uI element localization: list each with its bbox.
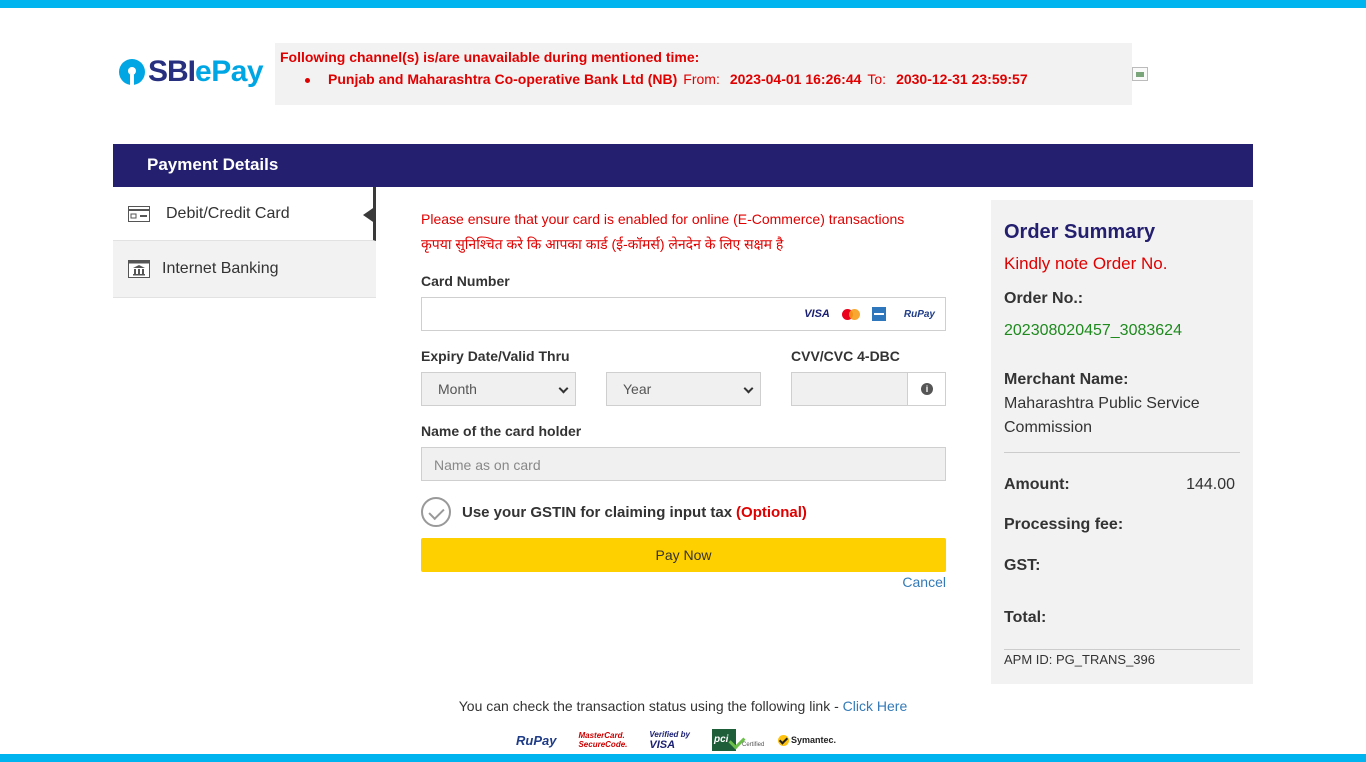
payment-details-header: Payment Details: [113, 144, 1253, 187]
summary-divider: [1004, 452, 1240, 453]
order-note: Kindly note Order No.: [1004, 254, 1168, 273]
downtime-notice: Following channel(s) is/are unavailable …: [275, 43, 1132, 105]
expiry-month-select[interactable]: Month: [421, 372, 576, 406]
rupay-icon: RuPay: [903, 308, 935, 320]
mastercard-icon: [841, 308, 860, 320]
gstin-label: Use your GSTIN for claiming input tax: [462, 503, 733, 521]
top-accent-bar: [0, 0, 1366, 8]
sbi-logo-icon: [119, 59, 145, 85]
card-number-label: Card Number: [421, 273, 510, 289]
transaction-status-text: You can check the transaction status usi…: [0, 698, 1366, 714]
vbv-badge-line1: Verified by: [649, 729, 690, 739]
cvv-input[interactable]: i: [791, 372, 946, 406]
mastercard-badge-line2: SecureCode.: [578, 740, 628, 749]
gstin-optional-label: (Optional): [736, 503, 807, 521]
sidebar-item-label: Debit/Credit Card: [166, 204, 290, 222]
gst-label: GST:: [1004, 557, 1041, 574]
merchant-name-line2: Commission: [1004, 419, 1093, 436]
info-icon: i: [921, 383, 933, 395]
card-enabled-warning-hindi: कृपया सुनिश्चित करे कि आपका कार्ड (ई-कॉम…: [421, 236, 784, 252]
month-selected-value: Month: [438, 381, 477, 397]
apm-id: APM ID: PG_TRANS_396: [1004, 652, 1155, 667]
visa-icon: VISA: [804, 308, 830, 320]
notice-item: Punjab and Maharashtra Co-operative Bank…: [305, 71, 1028, 87]
notice-to-value: 2030-12-31 23:59:57: [896, 71, 1028, 87]
logo-text-sbi: SBI: [148, 55, 196, 88]
order-no-value: 202308020457_3083624: [1004, 322, 1182, 339]
payment-method-sidebar: Debit/Credit Card Internet Banking: [113, 187, 376, 298]
year-selected-value: Year: [623, 381, 652, 397]
cvv-info-button[interactable]: i: [907, 373, 945, 405]
card-holder-label: Name of the card holder: [421, 423, 582, 439]
notice-from-label: From:: [683, 71, 720, 87]
sidebar-item-debit-credit-card[interactable]: Debit/Credit Card: [113, 187, 376, 241]
amount-value: 144.00: [1186, 476, 1235, 493]
expiry-year-select[interactable]: Year: [606, 372, 761, 406]
check-circle-icon[interactable]: [421, 497, 451, 527]
logo-text-epay: ePay: [195, 55, 264, 88]
notice-bank: Punjab and Maharashtra Co-operative Bank…: [328, 71, 678, 87]
bullet-icon: [305, 77, 310, 83]
pci-certified-badge: pci Certified: [711, 729, 764, 751]
symantec-check-icon: [777, 734, 789, 746]
broken-image-icon: [1132, 67, 1148, 81]
chevron-down-icon: [743, 383, 754, 394]
order-summary-panel: Order Summary Kindly note Order No. Orde…: [991, 200, 1253, 684]
processing-fee-label: Processing fee:: [1004, 516, 1124, 533]
pay-now-button[interactable]: Pay Now: [421, 538, 946, 572]
card-holder-placeholder: Name as on card: [434, 457, 541, 473]
order-summary-title: Order Summary: [1004, 221, 1156, 243]
chevron-down-icon: [558, 383, 569, 394]
merchant-name-line1: Maharashtra Public Service: [1004, 395, 1200, 412]
click-here-link[interactable]: Click Here: [843, 698, 908, 714]
card-enabled-warning: Please ensure that your card is enabled …: [421, 211, 905, 227]
symantec-badge: Symantec.: [777, 734, 837, 746]
expiry-label: Expiry Date/Valid Thru: [421, 348, 570, 364]
bottom-accent-bar: [0, 754, 1366, 762]
total-label: Total:: [1004, 609, 1047, 626]
bank-icon: [128, 260, 150, 278]
mastercard-badge-line1: MasterCard.: [578, 731, 625, 740]
status-text: You can check the transaction status usi…: [458, 698, 843, 714]
notice-title: Following channel(s) is/are unavailable …: [280, 49, 700, 65]
summary-divider: [1004, 649, 1240, 650]
card-holder-input[interactable]: Name as on card: [421, 447, 946, 481]
card-number-input[interactable]: VISA RuPay: [421, 297, 946, 331]
notice-from-value: 2023-04-01 16:26:44: [729, 71, 862, 87]
merchant-name-label: Merchant Name:: [1004, 371, 1129, 388]
cvv-label: CVV/CVC 4-DBC: [791, 348, 900, 364]
rupay-badge: RuPay: [516, 732, 557, 748]
order-no-label: Order No.:: [1004, 290, 1084, 307]
amount-label: Amount:: [1004, 476, 1070, 493]
sidebar-item-internet-banking[interactable]: Internet Banking: [113, 241, 376, 298]
card-icon: [128, 205, 150, 222]
verified-by-visa-badge: Verified by VISA: [649, 730, 690, 751]
vbv-badge-line2: VISA: [649, 738, 676, 751]
sbi-epay-logo: SBI ePay: [119, 54, 264, 90]
gstin-option[interactable]: Use your GSTIN for claiming input tax (O…: [421, 497, 807, 527]
notice-to-label: To:: [867, 71, 887, 87]
sidebar-item-label: Internet Banking: [162, 260, 279, 277]
amex-icon: [871, 307, 886, 321]
card-brand-logos: VISA RuPay: [804, 307, 935, 321]
security-badges: RuPay MasterCard. SecureCode. Verified b…: [516, 729, 836, 751]
symantec-text: Symantec.: [790, 735, 837, 745]
header-title: Payment Details: [147, 155, 279, 174]
mastercard-securecode-badge: MasterCard. SecureCode.: [578, 731, 627, 749]
pci-certified-text: Certified: [741, 742, 765, 748]
cancel-link[interactable]: Cancel: [902, 574, 946, 590]
